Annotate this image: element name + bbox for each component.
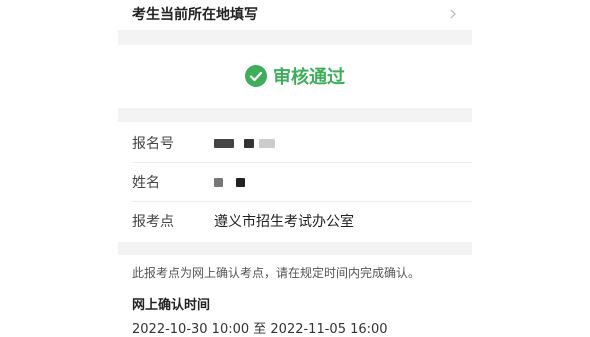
exam-site-label: 报考点 <box>132 214 174 230</box>
location-fill-row[interactable]: 考生当前所在地填写 <box>118 0 472 28</box>
name-row: 姓名 <box>118 163 472 201</box>
exam-site-value: 遵义市招生考试办公室 <box>214 214 354 230</box>
exam-site-row: 报考点 遵义市招生考试办公室 <box>118 202 472 240</box>
review-status: 审核通过 <box>118 50 472 102</box>
section-gap <box>118 242 472 255</box>
name-value-masked <box>214 174 246 190</box>
location-fill-label: 考生当前所在地填写 <box>132 7 258 23</box>
section-gap <box>118 108 472 122</box>
review-status-text: 审核通过 <box>273 67 345 88</box>
check-circle-icon <box>245 65 267 87</box>
registration-no-value-masked <box>214 135 275 151</box>
page-content: 考生当前所在地填写 审核通过 报名号 姓名 报考点 遵义市招生考试办公室 此报考… <box>118 0 472 337</box>
chevron-right-icon <box>450 9 456 19</box>
online-confirm-time: 2022-10-30 10:00 至 2022-11-05 16:00 <box>132 322 388 337</box>
name-label: 姓名 <box>132 175 160 191</box>
registration-no-row: 报名号 <box>118 124 472 162</box>
section-gap <box>118 30 472 45</box>
online-confirm-title: 网上确认时间 <box>132 298 211 313</box>
confirm-note: 此报考点为网上确认考点，请在规定时间内完成确认。 <box>132 266 421 280</box>
registration-no-label: 报名号 <box>132 136 174 152</box>
